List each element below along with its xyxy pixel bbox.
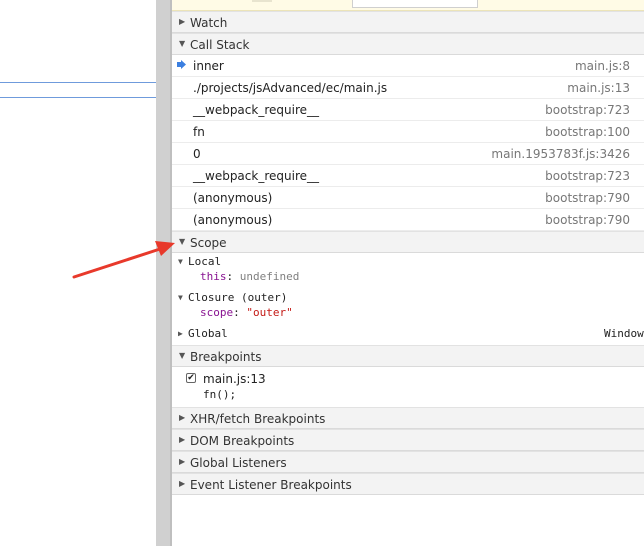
call-frame[interactable]: fn bootstrap:100 [172,121,644,143]
scope-property[interactable]: scope: "outer" [200,306,293,322]
call-frame[interactable]: (anonymous) bootstrap:790 [172,209,644,231]
chevron-right-icon: ▶ [179,435,186,444]
property-value: undefined [239,270,300,283]
scope-local-label: Local [188,255,222,268]
call-frame-location[interactable]: bootstrap:100 [545,125,630,139]
scope-property[interactable]: this: undefined [200,270,299,286]
scope-closure[interactable]: ▼ Closure (outer) [172,290,644,306]
property-value: "outer" [246,306,293,319]
section-scope-label: Scope [190,236,227,250]
breakpoint-item[interactable]: ✔ main.js:13 fn(); [172,367,644,407]
call-frame-name: 0 [193,147,201,161]
section-global-listeners-label: Global Listeners [190,456,287,470]
breakpoint-location: main.js:13 [203,372,266,386]
paused-notice-fragment [252,0,272,2]
call-frame-location[interactable]: main.js:13 [567,81,630,95]
property-colon: : [226,270,240,283]
section-breakpoints-label: Breakpoints [190,350,262,364]
current-frame-pointer-icon [177,60,186,69]
call-frame-name: __webpack_require__ [193,103,319,117]
section-event-listener-breakpoints[interactable]: ▶ Event Listener Breakpoints [172,473,644,495]
call-frame-location[interactable]: bootstrap:790 [545,213,630,227]
call-frame-location[interactable]: bootstrap:723 [545,169,630,183]
chevron-right-icon: ▶ [179,17,186,26]
call-frame[interactable]: __webpack_require__ bootstrap:723 [172,99,644,121]
breakpoint-code: fn(); [203,388,237,401]
call-frame-name: fn [193,125,205,139]
section-call-stack[interactable]: ▼ Call Stack [172,33,644,55]
chevron-down-icon: ▼ [179,351,186,360]
chevron-right-icon: ▶ [179,479,186,488]
section-xhr-label: XHR/fetch Breakpoints [190,412,326,426]
section-dom-breakpoints[interactable]: ▶ DOM Breakpoints [172,429,644,451]
paused-notice [172,0,644,11]
property-colon: : [233,306,247,319]
section-dom-label: DOM Breakpoints [190,434,295,448]
chevron-down-icon: ▼ [178,257,183,266]
paused-notice-button[interactable] [352,0,478,8]
chevron-down-icon: ▼ [179,237,186,246]
call-frame-location[interactable]: bootstrap:790 [545,191,630,205]
scope-global-label: Global [188,327,228,340]
call-frame-location[interactable]: bootstrap:723 [545,103,630,117]
call-frame[interactable]: (anonymous) bootstrap:790 [172,187,644,209]
property-name: this [200,270,227,283]
scope-global[interactable]: ▶ Global Window [172,326,644,342]
section-event-listener-label: Event Listener Breakpoints [190,478,352,492]
call-frame[interactable]: inner main.js:8 [172,55,644,77]
call-frame[interactable]: 0 main.1953783f.js:3426 [172,143,644,165]
section-call-stack-label: Call Stack [190,38,250,52]
highlighted-line[interactable] [0,82,156,98]
chevron-right-icon: ▶ [178,329,183,338]
section-scope[interactable]: ▼ Scope [172,231,644,253]
call-frame-name: inner [193,59,224,73]
call-frame-location[interactable]: main.1953783f.js:3426 [491,147,630,161]
chevron-right-icon: ▶ [179,457,186,466]
call-frame-location[interactable]: main.js:8 [575,59,630,73]
scope-local[interactable]: ▼ Local [172,254,644,270]
section-xhr-breakpoints[interactable]: ▶ XHR/fetch Breakpoints [172,407,644,429]
chevron-right-icon: ▶ [179,413,186,422]
call-frame[interactable]: __webpack_require__ bootstrap:723 [172,165,644,187]
pane-splitter[interactable] [156,0,170,546]
source-pane [0,0,156,546]
scope-global-value: Window [604,327,644,340]
debugger-sidebar: ▶ Watch ▼ Call Stack inner main.js:8 ./p… [172,0,644,546]
breakpoint-checkbox[interactable]: ✔ [186,373,196,383]
section-watch[interactable]: ▶ Watch [172,11,644,33]
call-frame-name: (anonymous) [193,213,273,227]
call-frame[interactable]: ./projects/jsAdvanced/ec/main.js main.js… [172,77,644,99]
chevron-down-icon: ▼ [179,39,186,48]
property-name: scope [200,306,234,319]
chevron-down-icon: ▼ [178,293,183,302]
call-frame-name: (anonymous) [193,191,273,205]
section-global-listeners[interactable]: ▶ Global Listeners [172,451,644,473]
section-watch-label: Watch [190,16,228,30]
section-breakpoints[interactable]: ▼ Breakpoints [172,345,644,367]
call-frame-name: __webpack_require__ [193,169,319,183]
call-frame-name: ./projects/jsAdvanced/ec/main.js [193,81,388,95]
scope-closure-label: Closure (outer) [188,291,288,304]
